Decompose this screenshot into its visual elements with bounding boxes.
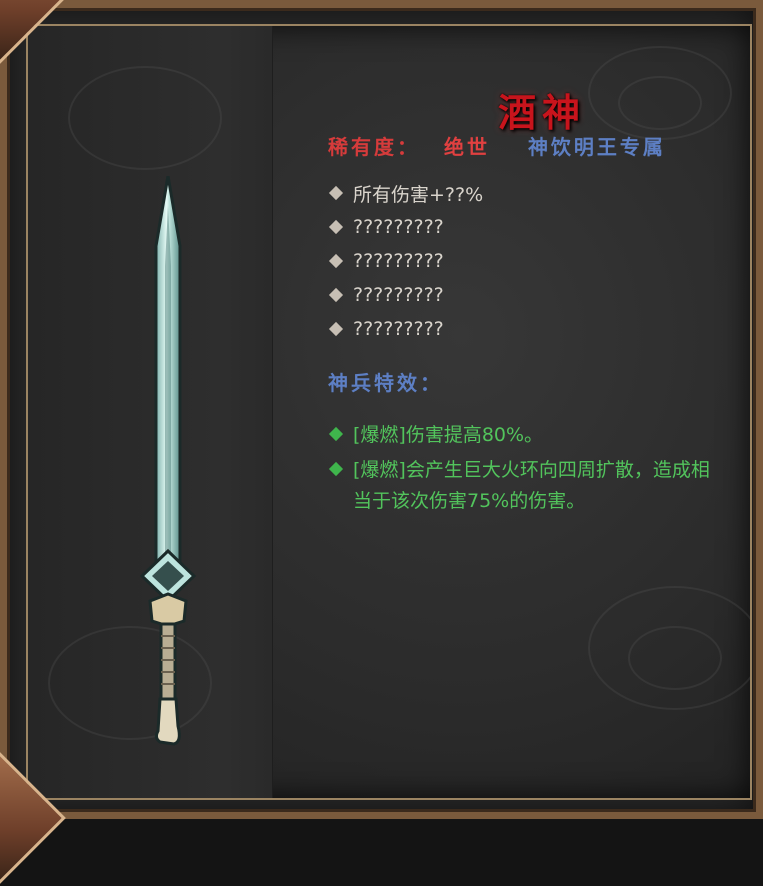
rarity-label: 稀有度： (328, 135, 420, 159)
effect-text: [爆燃]伤害提高80%。 (353, 424, 544, 446)
special-effects-list: [爆燃]伤害提高80%。 [爆燃]会产生巨大火环向四周扩散，造成相当于该次伤害7… (328, 420, 728, 521)
sword-icon (139, 176, 197, 746)
rarity-value: 绝世 (443, 135, 490, 159)
effect-text: [爆燃]会产生巨大火环向四周扩散，造成相当于该次伤害75%的伤害。 (353, 459, 710, 512)
stat-row: ????????? (328, 312, 483, 346)
diamond-bullet-icon (328, 185, 344, 201)
cloud-ornament (628, 626, 722, 690)
stat-text: ????????? (353, 216, 444, 238)
stat-row: 所有伤害+??% (328, 176, 483, 210)
item-meta-line: 稀有度： 绝世 神饮明王专属 (328, 131, 666, 160)
stat-text: ????????? (353, 318, 444, 340)
cloud-ornament (68, 66, 222, 170)
item-title: 酒神 (498, 90, 587, 135)
special-effects-heading: 神兵特效： (328, 371, 443, 395)
stat-text: 所有伤害+??% (353, 183, 484, 206)
stat-text: ????????? (353, 250, 444, 272)
diamond-bullet-icon (328, 321, 344, 337)
stat-row: ????????? (328, 210, 483, 244)
effect-row: [爆燃]会产生巨大火环向四周扩散，造成相当于该次伤害75%的伤害。 (328, 455, 728, 517)
exclusive-character: 神饮明王专属 (527, 135, 666, 159)
stat-row: ????????? (328, 244, 483, 278)
stat-row: ????????? (328, 278, 483, 312)
diamond-bullet-icon (328, 219, 344, 235)
cloud-ornament (618, 76, 702, 130)
diamond-bullet-icon (328, 253, 344, 269)
green-diamond-bullet-icon (328, 426, 344, 442)
green-diamond-bullet-icon (328, 461, 344, 477)
effect-row: [爆燃]伤害提高80%。 (328, 420, 728, 451)
stat-text: ????????? (353, 284, 444, 306)
stat-list: 所有伤害+??% ????????? ????????? ????????? ?… (328, 176, 483, 346)
diamond-bullet-icon (328, 287, 344, 303)
